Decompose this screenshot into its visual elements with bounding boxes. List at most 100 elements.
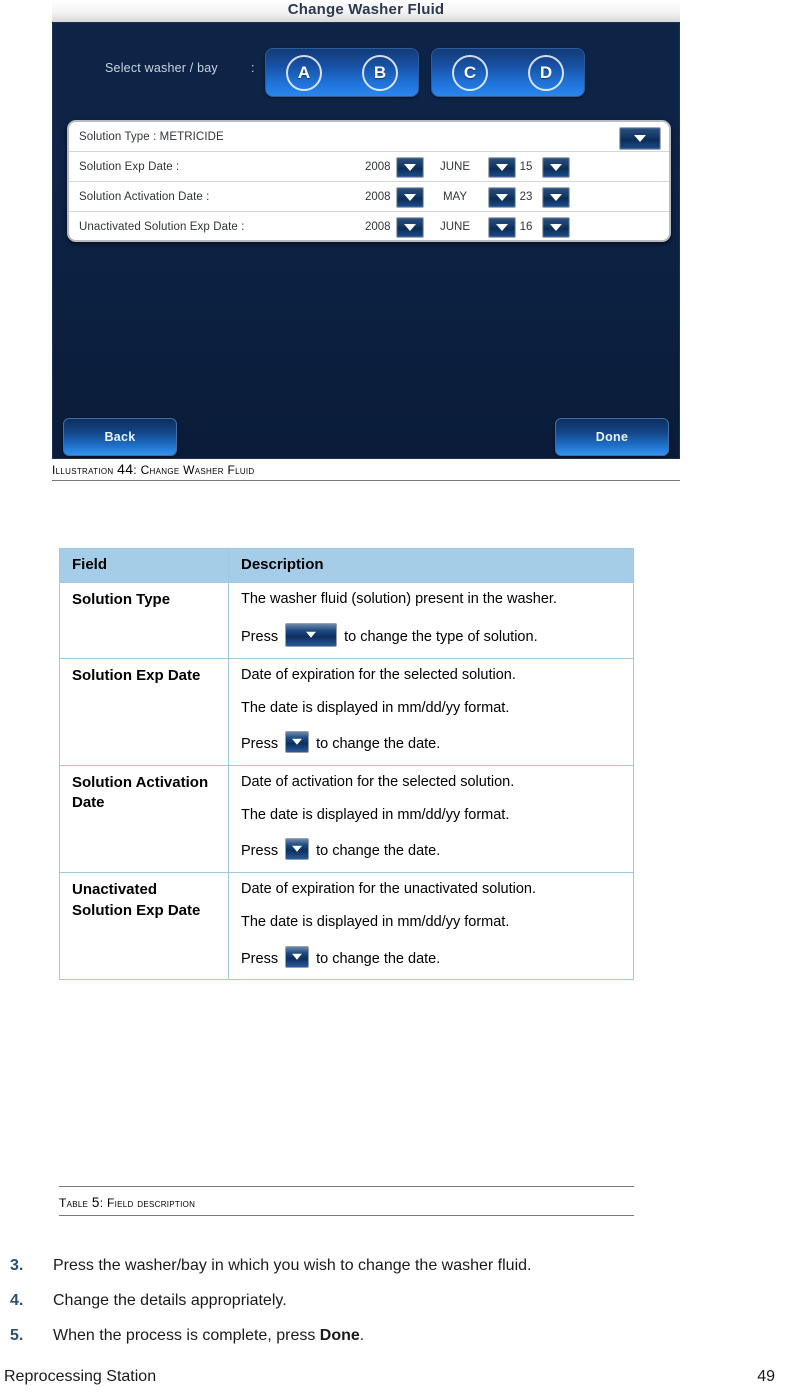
bay-button-a-label: A: [286, 54, 322, 91]
solution-activation-date-day: 23: [519, 190, 533, 203]
description-paragraph: The date is displayed in mm/dd/yy format…: [241, 806, 510, 823]
solution-activation-date-day-dropdown-icon[interactable]: [542, 187, 570, 208]
step-text: When the process is complete, press Done…: [53, 1318, 364, 1353]
step-text: Press the washer/bay in which you wish t…: [53, 1257, 532, 1274]
table-caption: Table 5: Field description: [59, 1186, 634, 1216]
table-header-row: Field Description: [59, 547, 634, 584]
procedure-steps-list: 3. Press the washer/bay in which you wis…: [10, 1248, 710, 1353]
bay-button-c-label: C: [452, 54, 488, 91]
footer-page-number: 49: [757, 1368, 775, 1385]
step-number: 3.: [10, 1257, 24, 1274]
list-item: 3. Press the washer/bay in which you wis…: [10, 1248, 710, 1283]
bay-button-a[interactable]: A: [266, 49, 342, 96]
illustration-caption-prefix: Illustration: [52, 463, 118, 477]
unactivated-solution-exp-date-day: 16: [519, 220, 533, 233]
description-paragraph: Date of expiration for the selected solu…: [241, 666, 516, 683]
press-text-after: to change the date.: [312, 950, 441, 967]
solution-activation-date-month-dropdown-icon[interactable]: [488, 187, 516, 208]
field-description-table: Field Description Solution Type The wash…: [59, 547, 634, 981]
table-caption-number: 5: [91, 1195, 100, 1210]
solution-activation-date-year-dropdown-icon[interactable]: [396, 187, 424, 208]
description-paragraph: The date is displayed in mm/dd/yy format…: [241, 913, 510, 930]
cell-field-name: Solution Activation Date: [59, 764, 229, 874]
solution-details-form: Solution Type : METRICIDE Solution Exp D…: [67, 120, 671, 242]
solution-activation-date-label: Solution Activation Date :: [79, 190, 210, 203]
bay-button-d-label: D: [528, 54, 564, 91]
unactivated-solution-exp-date-label: Unactivated Solution Exp Date :: [79, 220, 245, 233]
table-caption-prefix: Table: [59, 1196, 92, 1210]
back-button[interactable]: Back: [63, 418, 177, 456]
step-text: Change the details appropriately.: [53, 1292, 287, 1309]
bay-button-b[interactable]: B: [342, 49, 418, 96]
form-row-unactivated-solution-exp-date: Unactivated Solution Exp Date : 2008 JUN…: [69, 212, 669, 240]
solution-exp-date-month-dropdown-icon[interactable]: [488, 157, 516, 178]
cell-description: The washer fluid (solution) present in t…: [228, 582, 634, 659]
press-text-after: to change the date.: [312, 736, 441, 753]
form-row-solution-exp-date: Solution Exp Date : 2008 JUNE 15: [69, 152, 669, 182]
illustration-caption-separator: :: [133, 463, 141, 477]
list-item: 4. Change the details appropriately.: [10, 1283, 710, 1318]
solution-activation-date-month: MAY: [442, 190, 468, 203]
unactivated-solution-exp-date-day-dropdown-icon[interactable]: [542, 217, 570, 238]
press-text-after: to change the type of solution.: [340, 629, 538, 646]
solution-type-label: Solution Type : METRICIDE: [79, 130, 224, 143]
table-caption-separator: :: [99, 1196, 108, 1210]
description-paragraph-with-icon: Press to change the date.: [241, 731, 623, 755]
description-paragraph: Date of activation for the selected solu…: [241, 773, 515, 790]
form-row-solution-type: Solution Type : METRICIDE: [69, 122, 669, 152]
bay-group-ab: A B: [265, 48, 419, 97]
solution-exp-date-year-dropdown-icon[interactable]: [396, 157, 424, 178]
solution-type-dropdown-icon[interactable]: [619, 127, 661, 150]
solution-exp-date-month: JUNE: [439, 160, 471, 173]
cell-description: Date of expiration for the unactivated s…: [228, 872, 634, 981]
press-text-before: Press: [241, 950, 283, 967]
unactivated-solution-exp-date-month: JUNE: [439, 220, 471, 233]
cell-description: Date of expiration for the selected solu…: [228, 657, 634, 766]
description-paragraph: The washer fluid (solution) present in t…: [241, 591, 557, 608]
dropdown-caret-icon: [285, 731, 310, 754]
description-paragraph: The date is displayed in mm/dd/yy format…: [241, 699, 510, 716]
bay-button-c[interactable]: C: [432, 49, 508, 96]
illustration-caption-number: 44: [117, 461, 134, 477]
description-paragraph-with-icon: Press to change the type of solution.: [241, 623, 623, 648]
select-washer-bay-label: Select washer / bay: [105, 61, 218, 75]
step-number: 4.: [10, 1292, 24, 1309]
list-item: 5. When the process is complete, press D…: [10, 1318, 710, 1353]
unactivated-solution-exp-date-year-dropdown-icon[interactable]: [396, 217, 424, 238]
step-text-before: When the process is complete, press: [53, 1327, 320, 1344]
cell-field-name: Solution Type: [59, 582, 229, 659]
cell-description: Date of activation for the selected solu…: [228, 764, 634, 874]
select-washer-bay-colon: :: [251, 61, 255, 75]
unactivated-solution-exp-date-month-dropdown-icon[interactable]: [488, 217, 516, 238]
description-paragraph-with-icon: Press to change the date.: [241, 945, 623, 970]
dropdown-caret-icon: [285, 623, 338, 648]
dropdown-caret-icon: [285, 945, 310, 968]
press-text-before: Press: [241, 736, 283, 753]
bay-button-d[interactable]: D: [508, 49, 584, 96]
press-text-before: Press: [241, 843, 283, 860]
table-row: Solution Activation Date Date of activat…: [59, 764, 634, 874]
footer-document-title: Reprocessing Station: [4, 1368, 157, 1385]
table-row: Solution Type The washer fluid (solution…: [59, 582, 634, 659]
description-paragraph-with-icon: Press to change the date.: [241, 838, 623, 862]
page-footer: Reprocessing Station 49: [0, 1368, 785, 1395]
solution-exp-date-day: 15: [519, 160, 533, 173]
solution-exp-date-day-dropdown-icon[interactable]: [542, 157, 570, 178]
unactivated-solution-exp-date-year: 2008: [365, 220, 391, 233]
solution-exp-date-year: 2008: [365, 160, 391, 173]
screenshot-window-title: Change Washer Fluid: [287, 1, 445, 18]
press-text-after: to change the date.: [312, 843, 441, 860]
illustration-caption-text: Change Washer Fluid: [140, 463, 255, 477]
done-button[interactable]: Done: [555, 418, 669, 456]
device-screen: Select washer / bay : A B C D Solution T…: [52, 22, 680, 459]
table-row: Unactivated Solution Exp Date Date of ex…: [59, 872, 634, 981]
description-paragraph: Date of expiration for the unactivated s…: [241, 881, 537, 898]
bay-button-b-label: B: [362, 54, 398, 91]
cell-field-name: Unactivated Solution Exp Date: [59, 872, 229, 981]
column-header-field: Field: [59, 547, 229, 584]
cell-field-name: Solution Exp Date: [59, 657, 229, 766]
table-caption-text: Field description: [107, 1196, 196, 1210]
solution-activation-date-year: 2008: [365, 190, 391, 203]
illustration-figure: Change Washer Fluid Select washer / bay …: [52, 0, 680, 460]
table-row: Solution Exp Date Date of expiration for…: [59, 657, 634, 766]
